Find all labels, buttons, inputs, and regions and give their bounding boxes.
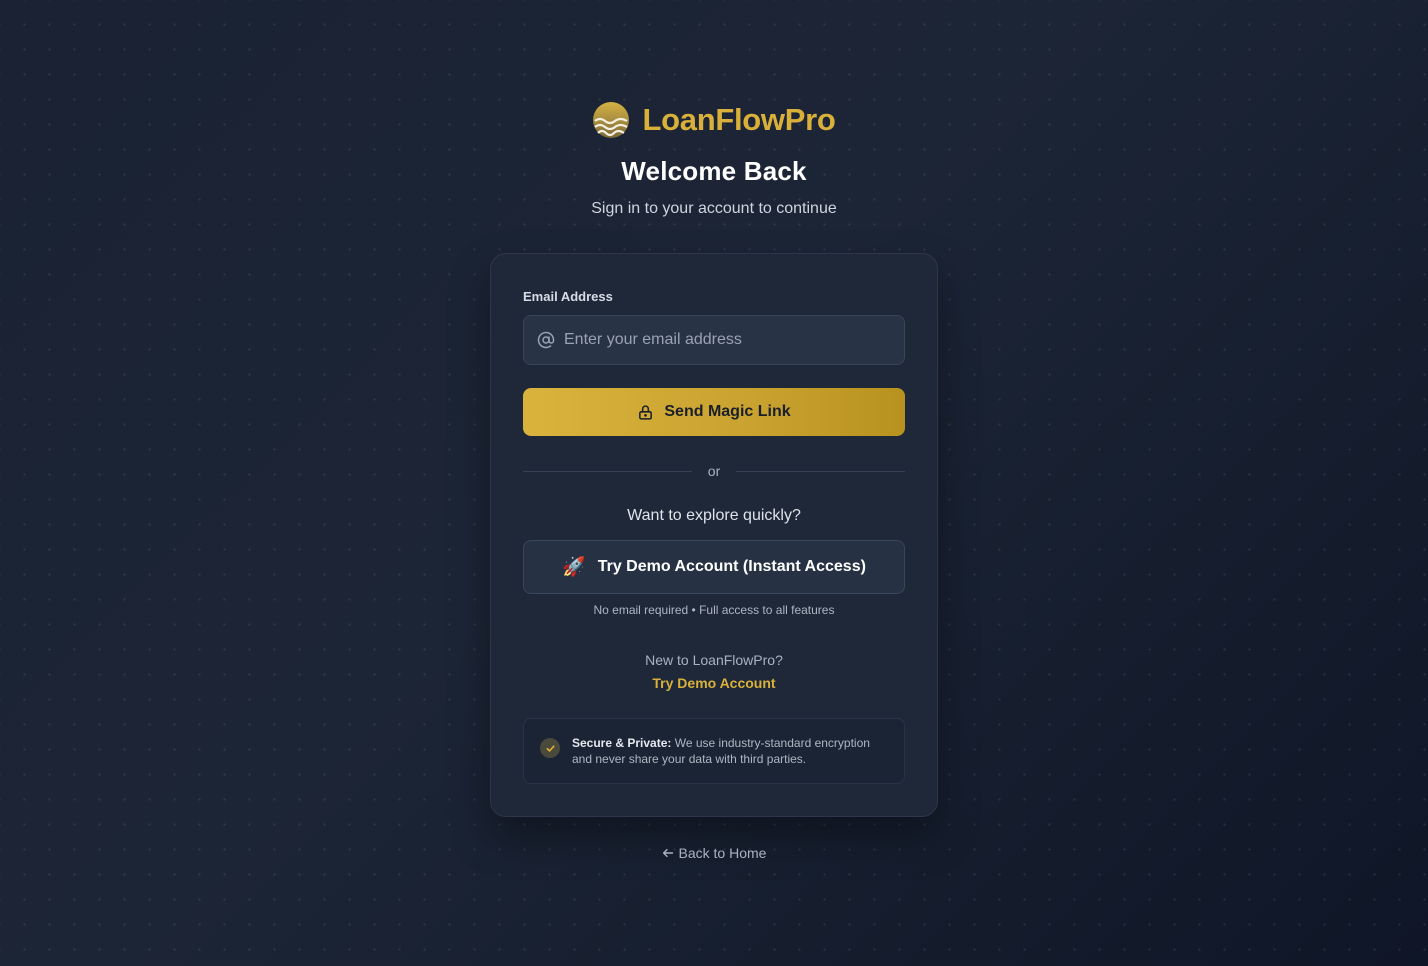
try-demo-account-link[interactable]: Try Demo Account (491, 675, 937, 691)
email-label: Email Address (523, 289, 613, 304)
login-card: Email Address Send Magic Link or Want to… (490, 253, 938, 817)
send-magic-link-label: Send Magic Link (664, 403, 791, 420)
security-notice: Secure & Private: We use industry-standa… (523, 718, 905, 784)
divider-line-left (523, 470, 692, 472)
login-page: LoanFlowPro Welcome Back Sign in to your… (0, 0, 1428, 966)
at-sign-icon (537, 331, 555, 349)
back-to-home-link[interactable]: Back to Home (662, 845, 767, 861)
divider-line-right (736, 470, 906, 472)
explore-prompt: Want to explore quickly? (627, 507, 801, 524)
check-icon (540, 738, 560, 758)
waves-logo-icon (593, 102, 630, 138)
page-title: Welcome Back (621, 156, 807, 186)
back-to-home-label: Back to Home (678, 845, 767, 861)
lock-icon (639, 404, 653, 420)
back-home-container: Back to Home (0, 845, 1428, 862)
page-subtitle: Sign in to your account to continue (591, 200, 837, 217)
security-text: Secure & Private: We use industry-standa… (572, 735, 888, 767)
security-title: Secure & Private: (572, 736, 672, 750)
divider-text: or (707, 463, 721, 479)
or-divider: or (523, 461, 906, 481)
rocket-icon: 🚀 (562, 556, 586, 578)
brand-name: LoanFlowPro (642, 102, 836, 137)
brand-header: LoanFlowPro (0, 101, 1428, 139)
email-field-container (523, 315, 905, 365)
try-demo-account-label: Try Demo Account (Instant Access) (597, 558, 866, 575)
email-input[interactable] (564, 331, 884, 349)
arrow-left-icon (662, 848, 673, 858)
new-user-question: New to LoanFlowPro? (645, 652, 783, 668)
try-demo-account-button[interactable]: 🚀 Try Demo Account (Instant Access) (523, 540, 905, 594)
send-magic-link-button[interactable]: Send Magic Link (523, 388, 905, 436)
demo-note: No email required • Full access to all f… (593, 603, 835, 617)
